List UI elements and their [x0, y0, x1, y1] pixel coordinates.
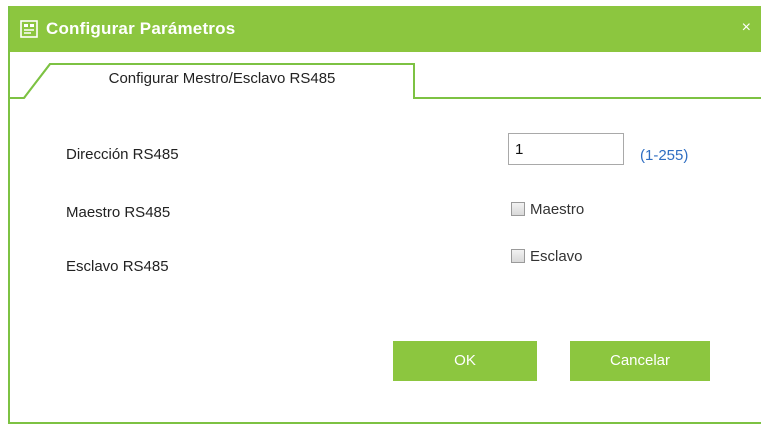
master-checkbox-label[interactable]: Maestro [530, 201, 584, 218]
configure-parameters-dialog: Configurar Parámetros × Configurar Mestr… [8, 6, 761, 424]
dialog-titlebar[interactable]: Configurar Parámetros × [10, 6, 761, 52]
slave-checkbox[interactable] [511, 249, 525, 263]
address-input[interactable] [508, 133, 624, 165]
slave-checkbox-label[interactable]: Esclavo [530, 248, 583, 265]
address-label: Dirección RS485 [66, 146, 179, 163]
slave-label: Esclavo RS485 [66, 258, 169, 275]
tab-master-slave-rs485[interactable]: Configurar Mestro/Esclavo RS485 [44, 70, 400, 87]
master-label: Maestro RS485 [66, 204, 171, 221]
cancel-button[interactable]: Cancelar [570, 341, 710, 381]
tab-bar: Configurar Mestro/Esclavo RS485 [10, 52, 761, 100]
ok-button[interactable]: OK [393, 341, 537, 381]
settings-dialog-icon [20, 20, 38, 38]
dialog-title: Configurar Parámetros [46, 19, 236, 38]
close-icon[interactable]: × [742, 20, 751, 36]
address-range-hint: (1-255) [640, 147, 689, 164]
master-checkbox[interactable] [511, 202, 525, 216]
